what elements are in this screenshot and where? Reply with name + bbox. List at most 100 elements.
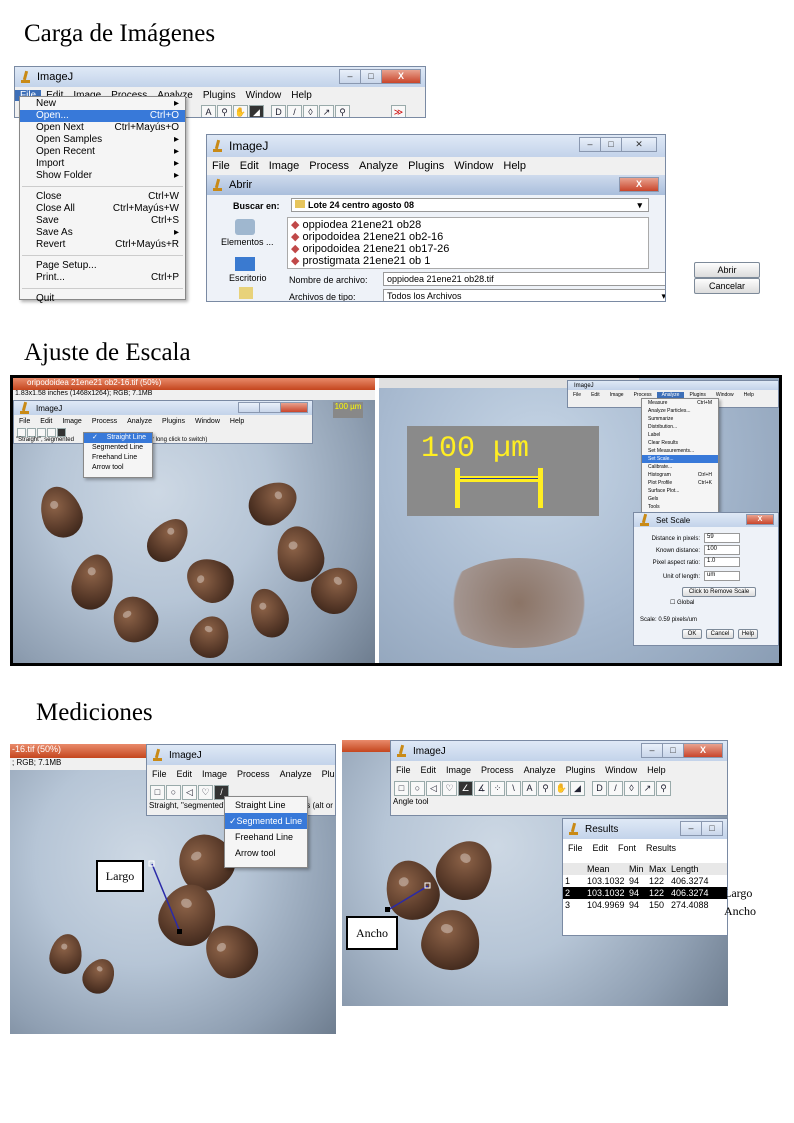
minimize-button[interactable]: – <box>579 137 601 152</box>
menu-plugins[interactable]: Plugins <box>317 769 335 779</box>
file-menu-save[interactable]: Save Ctrl+S <box>20 215 185 227</box>
menu-edit[interactable]: Edit <box>172 769 198 779</box>
menu-window[interactable]: Window <box>190 418 225 425</box>
angle-tool-icon[interactable]: ∠ <box>458 780 473 796</box>
file-menu-close-all[interactable]: Close All Ctrl+Mayús+W <box>20 203 185 215</box>
menu-segmented-line[interactable]: ✓ Segmented Line <box>225 813 307 829</box>
menu-help[interactable]: Help <box>498 160 531 172</box>
file-menu-open[interactable]: Open... Ctrl+O <box>20 110 185 122</box>
menu-arrow-tool[interactable]: Arrow tool <box>225 845 307 861</box>
close-button[interactable]: X <box>683 743 723 758</box>
menu-help[interactable]: Help <box>225 418 249 425</box>
lut-icon[interactable]: ⚲ <box>335 104 350 117</box>
dropper-icon[interactable]: ◢ <box>249 104 264 117</box>
filename-input[interactable]: oppiodea 21ene21 ob28.tif <box>383 272 665 286</box>
menu-window[interactable]: Window <box>449 160 498 172</box>
maximize-button[interactable]: □ <box>360 69 382 84</box>
unit-length-input[interactable]: um <box>704 571 740 581</box>
results-menu-edit[interactable]: Edit <box>588 843 614 853</box>
menu-freehand-line[interactable]: Freehand Line <box>84 453 152 463</box>
look-in-select[interactable]: Lote 24 centro agosto 08 ▾ <box>291 198 649 212</box>
file-menu-save-as[interactable]: Save As ▸ <box>20 227 185 239</box>
file-item[interactable]: ◆ oripodoidea 21ene21 ob2-16 <box>291 231 645 243</box>
menu-file[interactable]: File <box>391 765 416 775</box>
menu-image[interactable]: Image <box>441 765 476 775</box>
menu-process[interactable]: Process <box>304 160 354 172</box>
menu-label[interactable]: Label <box>642 431 718 439</box>
menu-tools[interactable]: Tools <box>642 503 718 511</box>
menu-analyze[interactable]: Analyze <box>275 769 317 779</box>
oval-tool-icon[interactable]: ○ <box>410 780 425 796</box>
menu-image[interactable]: Image <box>197 769 232 779</box>
minimize-button[interactable] <box>238 402 260 413</box>
menu-window[interactable]: Window <box>711 392 739 398</box>
menu-plugins[interactable]: Plugins <box>561 765 601 775</box>
cancel-button[interactable]: Cancel <box>706 629 734 639</box>
file-menu-revert[interactable]: Revert Ctrl+Mayús+R <box>20 239 185 251</box>
magnifier-icon[interactable]: ⚲ <box>538 780 553 796</box>
menu-image[interactable]: Image <box>264 160 305 172</box>
menu-arrow-tool[interactable]: Arrow tool <box>84 463 152 473</box>
results-menu-file[interactable]: File <box>563 843 588 853</box>
menu-edit[interactable]: Edit <box>35 418 57 425</box>
brush-icon[interactable]: / <box>287 104 302 117</box>
file-menu-print[interactable]: Print... Ctrl+P <box>20 272 185 284</box>
rectangle-tool-icon[interactable]: □ <box>150 784 165 800</box>
menu-plugins[interactable]: Plugins <box>198 90 241 101</box>
rectangle-tool-icon[interactable] <box>17 427 26 437</box>
menu-analyze[interactable]: Analyze <box>519 765 561 775</box>
close-button[interactable]: X <box>381 69 421 84</box>
file-menu-open-samples[interactable]: Open Samples ▸ <box>20 134 185 146</box>
freehand-tool-icon[interactable]: ♡ <box>198 784 213 800</box>
more-tools-icon[interactable]: ≫ <box>391 104 406 117</box>
file-menu-new[interactable]: New ▸ <box>20 98 185 110</box>
menu-plugins[interactable]: Plugins <box>684 392 710 398</box>
cancel-button[interactable]: Cancelar <box>694 278 760 294</box>
menu-process[interactable]: Process <box>476 765 519 775</box>
file-menu-open-recent[interactable]: Open Recent ▸ <box>20 146 185 158</box>
close-button[interactable] <box>280 402 308 413</box>
aspect-ratio-input[interactable]: 1.0 <box>704 557 740 567</box>
freehand-tool-icon[interactable] <box>47 427 56 437</box>
file-menu-page-setup[interactable]: Page Setup... <box>20 260 185 272</box>
distance-pixels-input[interactable]: 59 <box>704 533 740 543</box>
menu-calibrate[interactable]: Calibrate... <box>642 463 718 471</box>
file-menu-show-folder[interactable]: Show Folder ▸ <box>20 170 185 182</box>
menu-distribution[interactable]: Distribution... <box>642 423 718 431</box>
menu-histogram[interactable]: Histogram Ctrl+H <box>642 471 718 479</box>
open-button[interactable]: Abrir <box>694 262 760 278</box>
dropper-icon[interactable]: ◢ <box>570 780 585 796</box>
menu-plot-profile[interactable]: Plot Profile Ctrl+K <box>642 479 718 487</box>
menu-surface-plot[interactable]: Surface Plot... <box>642 487 718 495</box>
oval-tool-icon[interactable]: ○ <box>166 784 181 800</box>
file-menu-close[interactable]: Close Ctrl+W <box>20 191 185 203</box>
menu-window[interactable]: Window <box>600 765 642 775</box>
polygon-tool-icon[interactable] <box>37 427 46 437</box>
menu-analyze[interactable]: Analyze <box>656 391 685 398</box>
table-row[interactable]: 1 103.1032 94 122 406.3274 <box>563 875 727 887</box>
menu-freehand-line[interactable]: Freehand Line <box>225 829 307 845</box>
pen-icon[interactable]: ↗ <box>640 780 655 796</box>
menu-clear-results[interactable]: Clear Results <box>642 439 718 447</box>
menu-segmented-line[interactable]: Segmented Line <box>84 443 152 453</box>
maximize-button[interactable] <box>259 402 281 413</box>
menu-file[interactable]: File <box>207 160 235 172</box>
results-menu-results[interactable]: Results <box>641 843 681 853</box>
text-tool-icon[interactable]: A <box>522 780 537 796</box>
minimize-button[interactable]: – <box>641 743 663 758</box>
menu-edit[interactable]: Edit <box>416 765 442 775</box>
dev-icon[interactable]: D <box>271 104 286 117</box>
hand-icon[interactable]: ✋ <box>233 104 248 117</box>
freehand-tool-icon[interactable]: ♡ <box>442 780 457 796</box>
maximize-button[interactable]: □ <box>701 821 723 836</box>
menu-help[interactable]: Help <box>739 392 759 398</box>
menu-analyze[interactable]: Analyze <box>122 418 157 425</box>
help-button[interactable]: Help <box>738 629 758 639</box>
global-checkbox[interactable]: ☐ Global <box>670 599 694 606</box>
results-menu-font[interactable]: Font <box>613 843 641 853</box>
rectangle-tool-icon[interactable]: □ <box>394 780 409 796</box>
menu-process[interactable]: Process <box>629 392 657 398</box>
fill-icon[interactable]: ◊ <box>624 780 639 796</box>
ok-button[interactable]: OK <box>682 629 702 639</box>
wand-icon[interactable]: \ <box>506 780 521 796</box>
